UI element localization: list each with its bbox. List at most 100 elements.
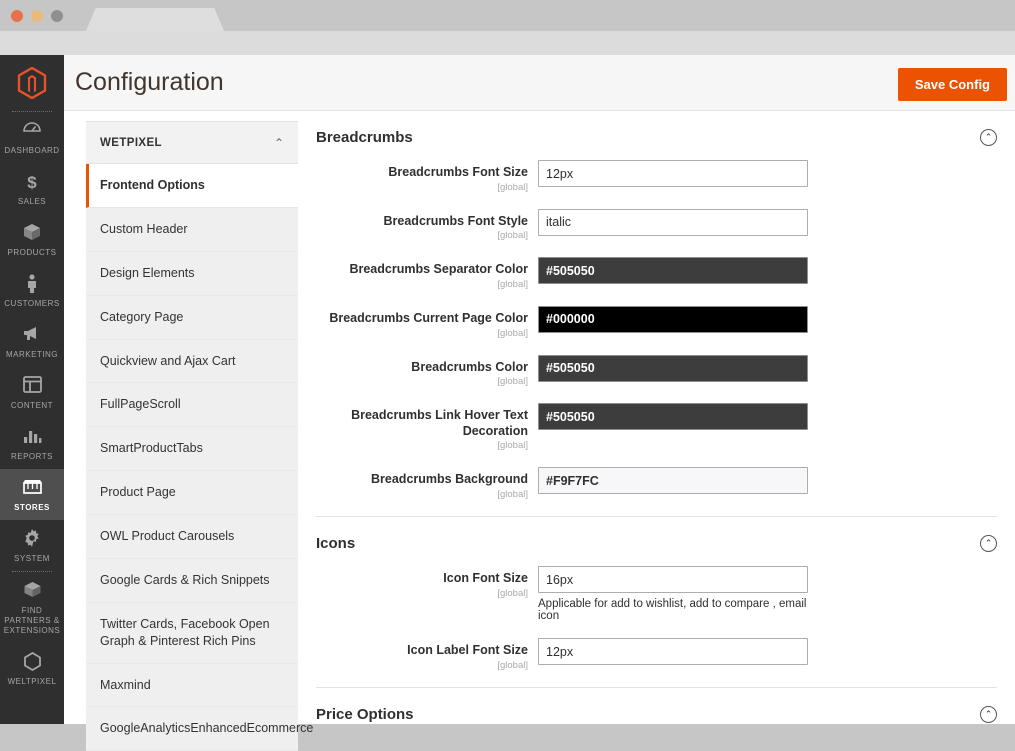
- close-window-button[interactable]: [11, 10, 23, 22]
- subnav-item-googleanalyticsenhancedecommerce[interactable]: GoogleAnalyticsEnhancedEcommerce: [86, 707, 298, 751]
- sidebar-item-label: Marketing: [2, 350, 62, 360]
- sidebar-item-label: Products: [2, 248, 62, 258]
- subnav-item-quickview-and-ajax-cart[interactable]: Quickview and Ajax Cart: [86, 340, 298, 384]
- subnav-item-product-page[interactable]: Product Page: [86, 471, 298, 515]
- field-label-breadcrumbs-background: Breadcrumbs Background[global]: [316, 467, 538, 500]
- input-icon-font-size[interactable]: [538, 566, 808, 593]
- section-title: Breadcrumbs: [316, 129, 413, 146]
- sidebar-item-label: Reports: [2, 452, 62, 462]
- subnav-item-google-cards-rich-snippets[interactable]: Google Cards & Rich Snippets: [86, 559, 298, 603]
- layout-icon: [2, 376, 62, 398]
- subnav-item-fullpagescroll[interactable]: FullPageScroll: [86, 383, 298, 427]
- field-breadcrumbs-background: Breadcrumbs Background[global]: [316, 467, 997, 500]
- field-control-breadcrumbs-separator-color: [538, 257, 808, 284]
- section-header-icons[interactable]: Icons ⌃: [316, 517, 997, 566]
- subnav-item-owl-product-carousels[interactable]: OWL Product Carousels: [86, 515, 298, 559]
- collapse-chevron-up-icon[interactable]: ⌃: [980, 535, 997, 552]
- subnav-item-custom-header[interactable]: Custom Header: [86, 208, 298, 252]
- minimize-window-button[interactable]: [31, 10, 43, 22]
- input-breadcrumbs-font-style[interactable]: [538, 209, 808, 236]
- subnav-item-list: Frontend OptionsCustom HeaderDesign Elem…: [86, 164, 298, 751]
- collapse-chevron-up-icon[interactable]: ⌃: [980, 129, 997, 146]
- field-scope-label: [global]: [316, 376, 528, 387]
- sidebar-item-products[interactable]: Products: [0, 214, 64, 265]
- field-breadcrumbs-font-style: Breadcrumbs Font Style[global]: [316, 209, 997, 242]
- subnav-item-design-elements[interactable]: Design Elements: [86, 252, 298, 296]
- field-label-breadcrumbs-font-size: Breadcrumbs Font Size[global]: [316, 160, 538, 193]
- input-breadcrumbs-font-size[interactable]: [538, 160, 808, 187]
- field-scope-label: [global]: [316, 440, 528, 451]
- field-control-icon-label-font-size: [538, 638, 808, 665]
- sidebar-item-label: System: [2, 554, 62, 564]
- field-label-text: Breadcrumbs Font Size: [316, 165, 528, 181]
- input-breadcrumbs-background[interactable]: [538, 467, 808, 494]
- zoom-window-button[interactable]: [51, 10, 63, 22]
- field-scope-label: [global]: [316, 279, 528, 290]
- box-icon: [2, 223, 62, 245]
- subnav-top-strip: [86, 111, 298, 122]
- section-header-breadcrumbs[interactable]: Breadcrumbs ⌃: [316, 111, 997, 160]
- subnav-item-maxmind[interactable]: Maxmind: [86, 664, 298, 708]
- field-label-breadcrumbs-link-hover-text-decoration: Breadcrumbs Link Hover Text Decoration[g…: [316, 403, 538, 451]
- field-label-breadcrumbs-color: Breadcrumbs Color[global]: [316, 355, 538, 388]
- field-control-breadcrumbs-current-page-color: [538, 306, 808, 333]
- subnav-item-twitter-cards-facebook-open-graph-pinter[interactable]: Twitter Cards, Facebook Open Graph & Pin…: [86, 603, 298, 664]
- field-scope-label: [global]: [316, 489, 528, 500]
- subnav-item-frontend-options[interactable]: Frontend Options: [86, 164, 298, 208]
- field-label-breadcrumbs-font-style: Breadcrumbs Font Style[global]: [316, 209, 538, 242]
- window-controls: [11, 10, 63, 22]
- field-control-breadcrumbs-font-style: [538, 209, 808, 236]
- field-label-text: Breadcrumbs Separator Color: [316, 262, 528, 278]
- admin-app: Dashboard $ Sales Products Customers Marketin…: [0, 55, 1015, 724]
- magento-logo-icon: [17, 67, 47, 99]
- sidebar-item-label: Sales: [2, 197, 62, 207]
- save-config-button[interactable]: Save Config: [898, 68, 1007, 101]
- sidebar-item-reports[interactable]: Reports: [0, 418, 64, 469]
- chevron-up-icon: ⌃: [274, 136, 284, 150]
- field-label-breadcrumbs-separator-color: Breadcrumbs Separator Color[global]: [316, 257, 538, 290]
- field-breadcrumbs-color: Breadcrumbs Color[global]: [316, 355, 997, 388]
- field-breadcrumbs-font-size: Breadcrumbs Font Size[global]: [316, 160, 997, 193]
- collapse-chevron-up-icon[interactable]: ⌃: [980, 706, 997, 723]
- field-icon-label-font-size: Icon Label Font Size[global]: [316, 638, 997, 671]
- field-scope-label: [global]: [316, 588, 528, 599]
- input-breadcrumbs-separator-color[interactable]: [538, 257, 808, 284]
- browser-chrome: [0, 0, 1015, 31]
- subnav-item-category-page[interactable]: Category Page: [86, 296, 298, 340]
- sidebar-item-content[interactable]: Content: [0, 367, 64, 418]
- section-title: Price Options: [316, 706, 414, 723]
- sidebar-item-label: Dashboard: [2, 146, 62, 156]
- sidebar-item-dashboard[interactable]: Dashboard: [0, 112, 64, 163]
- field-control-breadcrumbs-link-hover-text-decoration: [538, 403, 808, 430]
- sidebar-item-stores[interactable]: Stores: [0, 469, 64, 520]
- field-label-text: Breadcrumbs Current Page Color: [316, 311, 528, 327]
- magento-logo[interactable]: [0, 55, 64, 111]
- browser-tab[interactable]: [86, 8, 224, 31]
- field-label-text: Icon Font Size: [316, 571, 528, 587]
- section-title: Icons: [316, 535, 355, 552]
- dollar-icon: $: [2, 172, 62, 194]
- field-breadcrumbs-link-hover-text-decoration: Breadcrumbs Link Hover Text Decoration[g…: [316, 403, 997, 451]
- subnav-section-wetpixel[interactable]: WETPIXEL ⌃: [86, 122, 298, 164]
- subnav-item-smartproducttabs[interactable]: SmartProductTabs: [86, 427, 298, 471]
- field-note-icon-font-size: Applicable for add to wishlist, add to c…: [538, 598, 808, 622]
- sidebar-item-label: Customers: [2, 299, 62, 309]
- subnav-section-label: WETPIXEL: [100, 137, 162, 149]
- sidebar-item-customers[interactable]: Customers: [0, 265, 64, 316]
- section-header-price-options[interactable]: Price Options ⌃: [316, 688, 997, 724]
- field-label-text: Breadcrumbs Background: [316, 472, 528, 488]
- sidebar-item-marketing[interactable]: Marketing: [0, 316, 64, 367]
- sidebar-item-system[interactable]: System: [0, 520, 64, 571]
- sidebar-item-find-partners-extensions[interactable]: Find Partners & Extensions: [0, 572, 64, 643]
- input-breadcrumbs-current-page-color[interactable]: [538, 306, 808, 333]
- field-control-breadcrumbs-color: [538, 355, 808, 382]
- sidebar-item-sales[interactable]: $ Sales: [0, 163, 64, 214]
- page-header: Configuration Save Config: [64, 55, 1015, 111]
- person-icon: [2, 274, 62, 296]
- field-scope-label: [global]: [316, 328, 528, 339]
- configuration-content: Breadcrumbs⌃Breadcrumbs Font Size[global…: [298, 111, 1015, 724]
- sidebar-item-weltpixel[interactable]: Weltpixel: [0, 643, 64, 694]
- input-icon-label-font-size[interactable]: [538, 638, 808, 665]
- input-breadcrumbs-color[interactable]: [538, 355, 808, 382]
- input-breadcrumbs-link-hover-text-decoration[interactable]: [538, 403, 808, 430]
